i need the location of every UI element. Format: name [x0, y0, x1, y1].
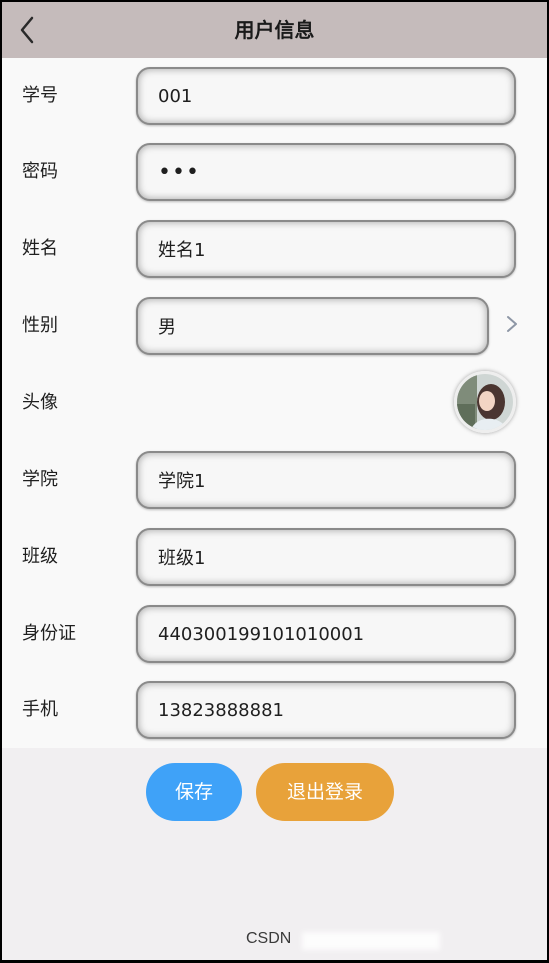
page-title: 用户信息: [234, 18, 315, 42]
watermark-text: CSDN: [246, 930, 292, 947]
gender-select[interactable]: [136, 297, 489, 355]
class-input[interactable]: [136, 528, 516, 586]
student-id-label: 学号: [22, 85, 58, 106]
logout-button[interactable]: 退出登录: [256, 763, 394, 821]
save-button[interactable]: 保存: [146, 763, 242, 821]
header-bar: 用户信息: [2, 2, 547, 58]
row-phone: 手机: [2, 672, 547, 748]
watermark-blur: [302, 932, 440, 950]
password-label: 密码: [22, 161, 58, 182]
class-label: 班级: [22, 546, 58, 567]
row-avatar: 头像: [2, 365, 547, 441]
college-input[interactable]: [136, 451, 516, 509]
phone-input[interactable]: [136, 681, 516, 739]
id-card-label: 身份证: [22, 623, 76, 644]
password-input[interactable]: [136, 143, 516, 201]
user-info-form: 学号 密码 姓名 性别 头像: [2, 58, 547, 748]
row-student-id: 学号: [2, 58, 547, 134]
row-college: 学院: [2, 442, 547, 518]
row-class: 班级: [2, 519, 547, 595]
student-id-input[interactable]: [136, 67, 516, 125]
chevron-right-icon[interactable]: [502, 312, 522, 336]
avatar[interactable]: [454, 371, 516, 433]
phone-label: 手机: [22, 699, 58, 720]
name-input[interactable]: [136, 220, 516, 278]
row-password: 密码: [2, 134, 547, 210]
gender-label: 性别: [22, 315, 58, 336]
row-gender: 性别: [2, 288, 547, 364]
avatar-label: 头像: [22, 392, 58, 413]
row-name: 姓名: [2, 211, 547, 287]
app-screen: 用户信息 学号 密码 姓名 性别 头像: [2, 2, 547, 960]
avatar-photo: [457, 374, 513, 430]
id-card-input[interactable]: [136, 605, 516, 663]
row-id-card: 身份证: [2, 596, 547, 672]
name-label: 姓名: [22, 238, 58, 259]
college-label: 学院: [22, 469, 58, 490]
action-bar: 保存 退出登录: [2, 763, 547, 821]
